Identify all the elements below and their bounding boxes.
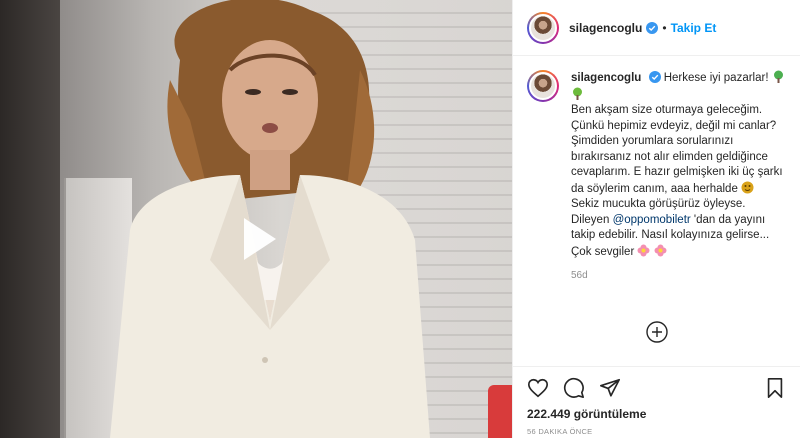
caption-username-link[interactable]: silagencoglu (571, 72, 641, 84)
caption-line-2: Ben akşam size oturmaya geleceğim. (571, 104, 763, 116)
background-wall (0, 0, 60, 438)
mention-link[interactable]: @oppomobiletr (613, 214, 691, 226)
caption: silagencoglu Herkese iyi pazarlar! Ben a… (527, 70, 786, 284)
post-time: 56d (571, 270, 588, 281)
video-player[interactable] (0, 0, 512, 438)
bookmark-icon[interactable] (764, 377, 786, 399)
play-icon (244, 218, 276, 260)
caption-line-3: Çünkü hepimiz evdeyiz, değil mi canlar? (571, 119, 777, 132)
post-header: silagencoglu • Takip Et (513, 0, 800, 56)
tree-emoji-icon (773, 70, 783, 83)
caption-avatar[interactable] (527, 70, 559, 102)
views-count[interactable]: 222.449 görüntüleme (527, 407, 786, 421)
caption-text: silagencoglu Herkese iyi pazarlar! Ben a… (571, 70, 786, 284)
background-object (488, 385, 512, 438)
caption-line-7: Çok sevgiler (571, 245, 635, 258)
smirk-emoji-icon (741, 181, 754, 193)
username-link[interactable]: silagencoglu (569, 21, 642, 35)
post-side-panel: silagencoglu • Takip Et silagencoglu Her… (512, 0, 800, 438)
heart-icon[interactable] (527, 377, 549, 399)
caption-line-5: Sekiz mucukta görüşürüz öyleyse. (571, 198, 746, 210)
comments-area: silagencoglu Herkese iyi pazarlar! Ben a… (513, 56, 800, 366)
flower-emoji-icon (637, 244, 650, 256)
action-bar: 222.449 görüntüleme 56 DAKIKA ÖNCE (513, 366, 800, 438)
flower-emoji-icon (654, 244, 667, 256)
caption-line-1: Herkese iyi pazarlar! (663, 72, 769, 84)
separator-dot: • (662, 20, 667, 35)
avatar[interactable] (527, 11, 559, 44)
verified-badge-icon (648, 71, 661, 83)
share-icon[interactable] (599, 377, 621, 399)
verified-badge-icon (646, 21, 659, 34)
post-timestamp: 56 DAKIKA ÖNCE (527, 427, 593, 436)
tree-emoji-icon (573, 87, 582, 100)
comment-icon[interactable] (563, 377, 585, 399)
follow-button[interactable]: Takip Et (671, 21, 717, 35)
action-icons (527, 375, 786, 401)
caption-line-6-prefix: Dileyen (571, 213, 613, 226)
play-button[interactable] (226, 208, 288, 270)
plus-circle-icon[interactable] (645, 320, 669, 344)
